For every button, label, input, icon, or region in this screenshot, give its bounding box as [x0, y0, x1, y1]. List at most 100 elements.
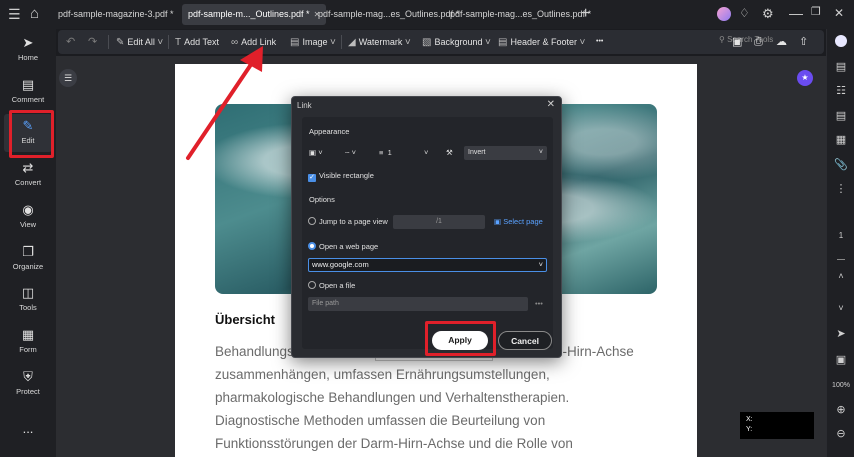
tab-document-2[interactable]: pdf-sample-m..._Outlines.pdf * ✕	[182, 4, 327, 25]
close-icon[interactable]: ✕	[547, 99, 555, 110]
sidebar-item-home[interactable]: ➤ Home	[4, 31, 52, 69]
zoom-out-icon[interactable]: ⊖	[827, 427, 854, 441]
jump-to-page-radio[interactable]: Jump to a page view	[308, 215, 388, 229]
cancel-button[interactable]: Cancel	[498, 331, 552, 350]
paragraph-line[interactable]: zusammenhängen, umfassen Ernährungsumste…	[215, 363, 675, 386]
line-style-dropdown[interactable]: ┄ ˅	[345, 146, 356, 160]
header-footer-icon: ▤	[498, 37, 508, 48]
open-web-page-radio[interactable]: Open a web page	[308, 240, 378, 254]
watermark-icon: ◢	[348, 37, 356, 48]
sidebar-item-organize[interactable]: ❐ Organize	[4, 240, 52, 278]
toolbar-more-button[interactable]: •••	[596, 30, 603, 54]
header-footer-button[interactable]: ▤ Header & Footer ˅	[498, 30, 588, 54]
add-link-button[interactable]: ∞ Add Link	[231, 30, 276, 54]
file-path-input[interactable]: File path	[308, 297, 528, 311]
dialog-title: Link	[297, 101, 312, 110]
tab-document-1[interactable]: pdf-sample-magazine-3.pdf *	[52, 4, 180, 25]
avatar[interactable]	[717, 7, 731, 21]
options-heading: Options	[309, 195, 335, 204]
sidebar-item-view[interactable]: ◉ View	[4, 198, 52, 236]
close-icon[interactable]: ✕	[834, 7, 844, 19]
select-page-link[interactable]: ▣ Select page	[494, 215, 543, 229]
sidebar-item-comment[interactable]: ▤ Comment	[4, 73, 52, 111]
share-icon[interactable]: ⇧	[799, 30, 808, 54]
panel-icon[interactable]: ▤	[827, 60, 854, 74]
more-icon[interactable]: ⋮	[827, 182, 854, 196]
chevron-down-icon: ˅	[538, 149, 543, 156]
highlight-dropdown[interactable]: Invert ˅	[464, 146, 547, 160]
chevron-down-icon: ˅	[351, 148, 356, 157]
undo-icon[interactable]: ↶	[66, 30, 75, 54]
minimize-icon[interactable]: —	[789, 6, 803, 20]
redo-icon[interactable]: ↷	[88, 30, 97, 54]
gear-icon[interactable]: ⚙	[762, 7, 774, 20]
restore-icon[interactable]: ❐	[811, 7, 821, 18]
thumbnails-icon[interactable]: ☷	[827, 84, 854, 98]
radio-icon	[308, 281, 316, 289]
radio-icon	[308, 217, 316, 225]
assistant-icon[interactable]	[827, 35, 854, 51]
shield-icon: ⛨	[23, 369, 33, 384]
browse-file-icon[interactable]: •••	[535, 297, 543, 311]
settings-sliders-icon[interactable]: ☰	[59, 69, 77, 87]
organize-icon: ❐	[22, 244, 34, 259]
open-file-radio[interactable]: Open a file	[308, 279, 355, 293]
select-page-icon: ▣	[494, 217, 502, 226]
rocket-icon: ➤	[22, 35, 34, 50]
zoom-level[interactable]: 100%	[827, 379, 854, 393]
sidebar-item-tools[interactable]: ◫ Tools	[4, 281, 52, 319]
section-heading[interactable]: Übersicht	[215, 312, 275, 327]
visible-rectangle-checkbox[interactable]: ✓ Visible rectangle	[308, 169, 374, 183]
properties-icon[interactable]: ▦	[827, 133, 854, 147]
toolbar-divider	[341, 35, 342, 49]
background-button[interactable]: ▧ Background ˅	[422, 30, 494, 54]
tab-document-4[interactable]: pdf-sample-mag...es_Outlines.pdf *	[444, 4, 597, 25]
chevron-down-icon: ˅	[329, 37, 336, 48]
chevron-down-icon: ˅	[538, 260, 543, 269]
sidebar-item-protect[interactable]: ⛨ Protect	[4, 365, 52, 403]
sidebar-more-button[interactable]: ...	[4, 421, 52, 441]
comments-icon[interactable]: ▤	[827, 109, 854, 123]
url-input[interactable]: www.google.com ˅	[308, 258, 547, 272]
border-style-dropdown[interactable]: ▣ ˅	[309, 146, 323, 160]
chevron-down-icon: ˅	[157, 37, 164, 48]
toolbar-divider	[108, 35, 109, 49]
sidebar-item-form[interactable]: ▦ Form	[4, 323, 52, 361]
apply-highlight-frame	[425, 321, 496, 356]
paragraph-line[interactable]: Funktionsstörungen der Darm-Hirn-Achse u…	[215, 432, 675, 455]
print-icon[interactable]: ⎙	[754, 30, 763, 54]
line-width-dropdown[interactable]: ≡ 1	[379, 146, 392, 160]
new-tab-plus-icon[interactable]: +	[581, 6, 590, 22]
zoom-in-icon[interactable]: ⊕	[827, 403, 854, 417]
tab-document-3[interactable]: pdf-sample-mag...es_Outlines.pdf *	[312, 4, 465, 25]
paragraph-line-tail[interactable]: n-Hirn-Achse	[555, 340, 655, 363]
title-bar: ☰ ⌂ pdf-sample-magazine-3.pdf * pdf-samp…	[0, 0, 854, 29]
edit-toolbar: ↶ ↷ ✎ Edit All ˅ T Add Text ∞ Add Link ▤ Ima…	[58, 30, 824, 54]
eye-icon: ◉	[22, 202, 34, 217]
watermark-button[interactable]: ◢ Watermark ˅	[348, 30, 414, 54]
chevron-down-icon: ˅	[579, 37, 586, 48]
paragraph-line[interactable]: pharmakologische Behandlungen und Verhal…	[215, 386, 675, 409]
ai-assistant-icon[interactable]: ★	[797, 70, 813, 86]
attachment-icon[interactable]: 📎	[827, 158, 854, 172]
edit-all-button[interactable]: ✎ Edit All ˅	[116, 30, 166, 54]
add-text-button[interactable]: T Add Text	[175, 30, 219, 54]
coordinates-readout: X: Y:	[740, 412, 814, 439]
cloud-upload-icon[interactable]: ☁	[776, 30, 787, 54]
select-cursor-icon[interactable]: ➤	[827, 327, 854, 341]
border-box-icon: ▣	[309, 148, 317, 157]
page-number-field[interactable]: /1	[393, 215, 485, 229]
menu-icon[interactable]: ☰	[8, 7, 21, 21]
line-width-chevron-icon[interactable]: ˅	[424, 146, 428, 160]
image-button[interactable]: ▤ Image ˅	[290, 30, 339, 54]
scroll-up-icon[interactable]: ˄	[827, 269, 854, 283]
scroll-down-icon[interactable]: ˅	[827, 301, 854, 315]
sidebar-item-convert[interactable]: ⇄ Convert	[4, 156, 52, 194]
home-icon[interactable]: ⌂	[30, 6, 39, 21]
paragraph-line[interactable]: Diagnostische Methoden umfassen die Beur…	[215, 409, 675, 432]
page-number[interactable]: 1	[827, 229, 854, 243]
fit-page-icon[interactable]: ▣	[827, 353, 854, 367]
bell-icon[interactable]: ♢	[739, 7, 750, 19]
save-icon[interactable]: ▣	[732, 30, 742, 54]
search-tools[interactable]: ⚲ Search Tools	[719, 35, 773, 44]
